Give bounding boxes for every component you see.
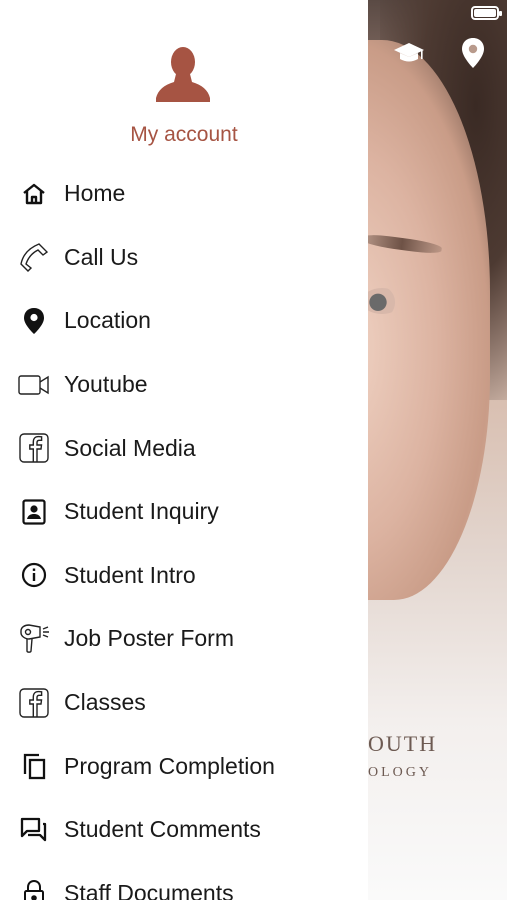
eye-image: [362, 288, 402, 314]
navigation-drawer: My account Home Call Us Location Youtube…: [0, 0, 368, 900]
home-icon: [18, 178, 50, 210]
chat-bubbles-icon: [18, 814, 50, 846]
menu-item-call-us[interactable]: Call Us: [0, 226, 368, 290]
menu-item-label: Student Intro: [64, 561, 196, 588]
menu-item-label: Location: [64, 307, 151, 334]
phone-icon: [18, 241, 50, 273]
menu-item-student-inquiry[interactable]: Student Inquiry: [0, 480, 368, 544]
menu-item-label: Staff Documents: [64, 879, 234, 900]
menu-item-student-intro[interactable]: Student Intro: [0, 544, 368, 608]
drawer-menu: Home Call Us Location Youtube Social Med…: [0, 162, 368, 900]
menu-item-staff-documents[interactable]: Staff Documents: [0, 862, 368, 900]
menu-item-program-completion[interactable]: Program Completion: [0, 734, 368, 798]
menu-item-label: Student Inquiry: [64, 498, 219, 525]
menu-item-label: Classes: [64, 689, 146, 716]
menu-item-classes[interactable]: Classes: [0, 671, 368, 735]
lock-icon: [18, 877, 50, 900]
battery-icon: [471, 6, 502, 20]
facebook-icon: [18, 432, 50, 464]
facebook-icon: [18, 687, 50, 719]
map-pin-icon[interactable]: [456, 36, 490, 70]
brand-tagline: OLOGY: [368, 765, 432, 780]
menu-item-social-media[interactable]: Social Media: [0, 416, 368, 480]
user-avatar-icon[interactable]: [152, 44, 214, 102]
menu-item-label: Youtube: [64, 371, 148, 398]
contact-card-icon: [18, 496, 50, 528]
menu-item-label: Student Comments: [64, 816, 261, 843]
map-pin-icon: [18, 305, 50, 337]
hair-dryer-icon: [18, 623, 50, 655]
copy-icon: [18, 750, 50, 782]
info-icon: [18, 559, 50, 591]
menu-item-youtube[interactable]: Youtube: [0, 353, 368, 417]
menu-item-label: Program Completion: [64, 752, 275, 779]
menu-item-job-poster-form[interactable]: Job Poster Form: [0, 607, 368, 671]
video-camera-icon: [18, 369, 50, 401]
brand-name: OUTH: [368, 731, 438, 756]
menu-item-label: Social Media: [64, 434, 196, 461]
menu-item-location[interactable]: Location: [0, 289, 368, 353]
my-account-label: My account: [130, 123, 238, 146]
menu-item-home[interactable]: Home: [0, 162, 368, 226]
menu-item-label: Job Poster Form: [64, 625, 234, 652]
menu-item-label: Home: [64, 180, 126, 207]
menu-item-student-comments[interactable]: Student Comments: [0, 798, 368, 862]
graduation-cap-icon[interactable]: [392, 36, 426, 70]
menu-item-label: Call Us: [64, 243, 139, 270]
account-header[interactable]: My account: [0, 0, 368, 170]
